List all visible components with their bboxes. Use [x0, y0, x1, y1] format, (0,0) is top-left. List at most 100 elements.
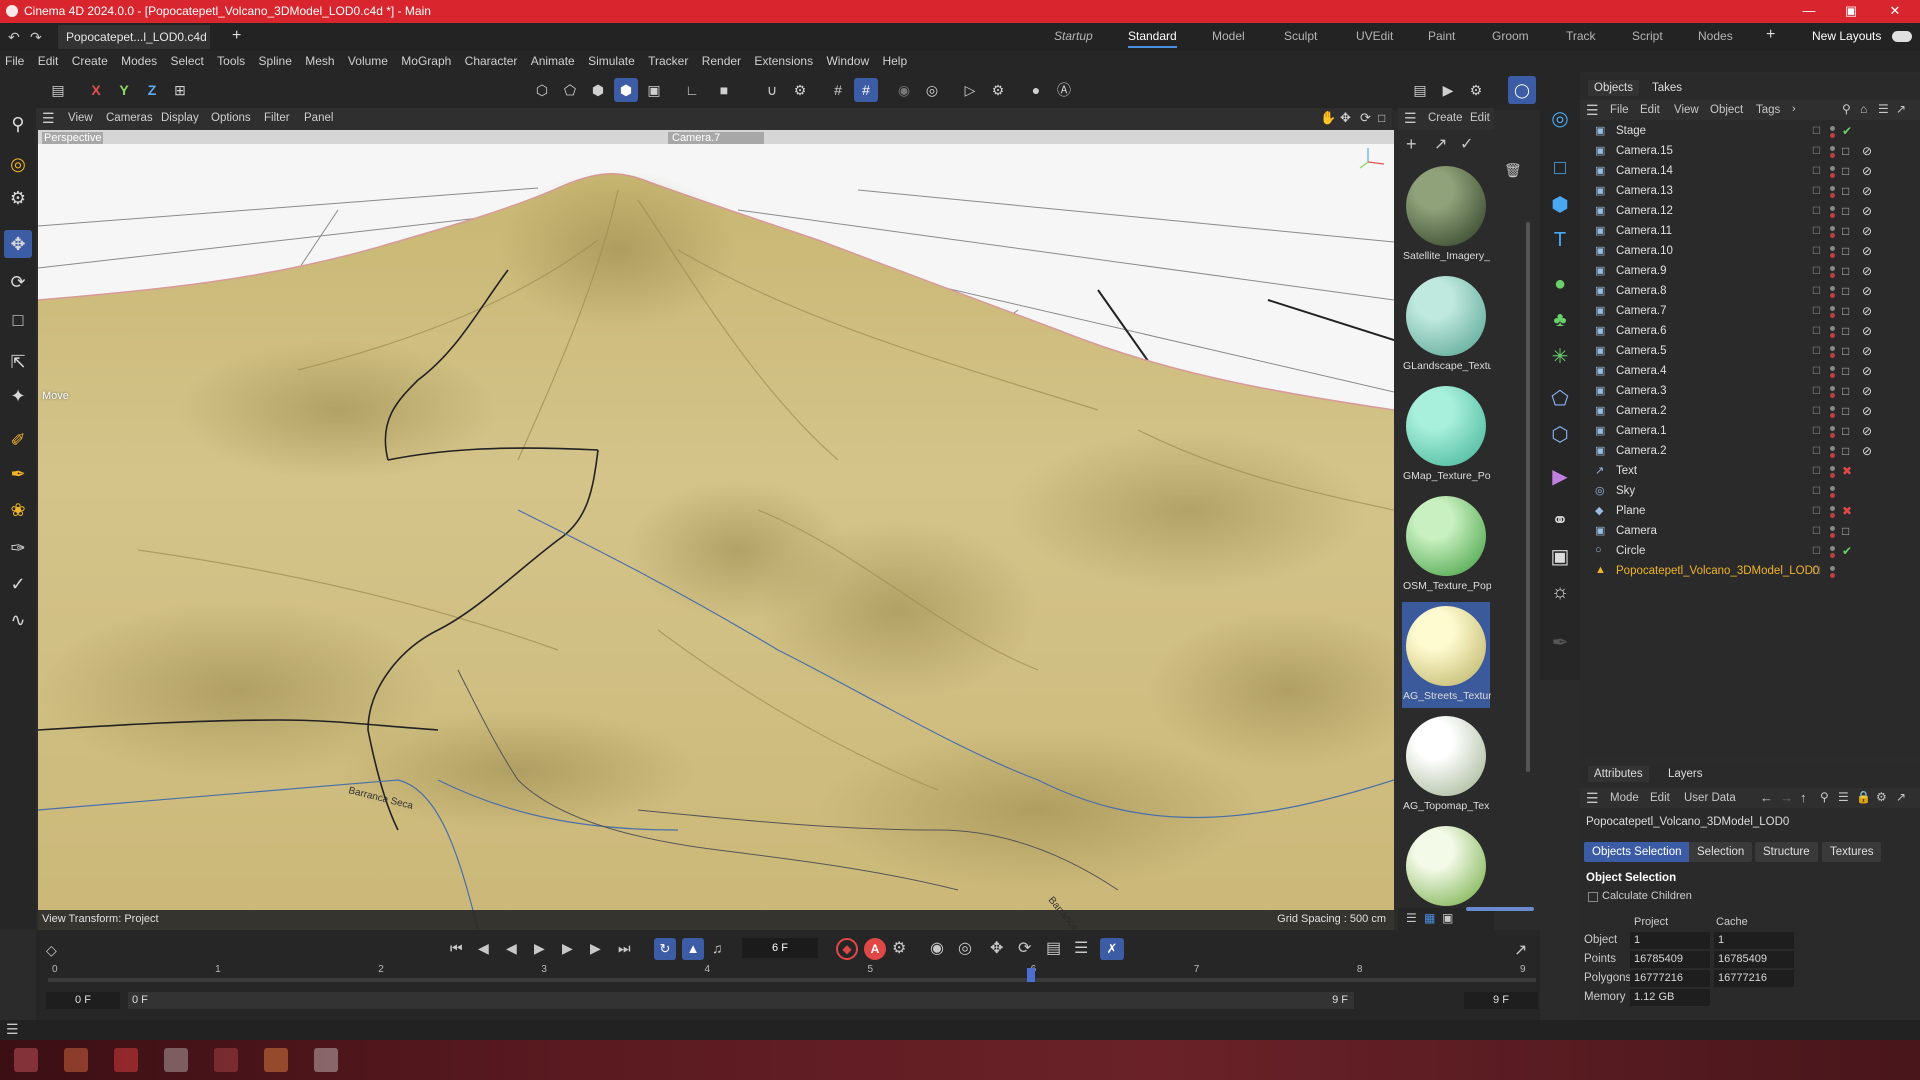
layer-checkbox-icon[interactable]: ☐: [1812, 366, 1824, 378]
object-row[interactable]: ↗ Text ☐ ✖: [1580, 462, 1920, 482]
pla-key-icon[interactable]: ☰: [1074, 938, 1088, 958]
edges-mode-icon[interactable]: ⬠: [558, 78, 582, 102]
editor-visibility-dot[interactable]: [1830, 286, 1835, 291]
render-camera-icon[interactable]: ▣: [1546, 542, 1574, 570]
render-visibility-dot[interactable]: [1830, 433, 1835, 438]
render-visibility-dot[interactable]: [1830, 273, 1835, 278]
symmetry-icon[interactable]: ▷: [958, 78, 982, 102]
snap-tool-icon[interactable]: ✦: [4, 382, 32, 410]
text-object-icon[interactable]: T: [1546, 226, 1574, 254]
editor-visibility-dot[interactable]: [1830, 306, 1835, 311]
delete-material-icon[interactable]: 🗑: [1504, 162, 1524, 182]
layout-sculpt[interactable]: Sculpt: [1284, 29, 1317, 43]
menu-extensions[interactable]: Extensions: [749, 51, 818, 68]
camera-tag-icon[interactable]: □: [1842, 384, 1849, 398]
object-menu-view[interactable]: View: [1674, 104, 1699, 116]
menu-modes[interactable]: Modes: [116, 51, 162, 68]
protection-tag-icon[interactable]: ⊘: [1862, 204, 1872, 218]
material-menu-edit[interactable]: Edit: [1470, 112, 1490, 124]
texture-mode-icon[interactable]: ▣: [642, 78, 666, 102]
menu-character[interactable]: Character: [460, 51, 523, 68]
back-arrow-icon[interactable]: ←: [1760, 790, 1773, 805]
viewport-menu-options[interactable]: Options: [211, 112, 251, 124]
layer-checkbox-icon[interactable]: ☐: [1812, 246, 1824, 258]
layout-paint[interactable]: Paint: [1428, 29, 1455, 43]
edit-render-settings-icon[interactable]: ⚙: [1464, 78, 1488, 102]
render-visibility-dot[interactable]: [1830, 533, 1835, 538]
menu-file[interactable]: File: [0, 51, 29, 68]
object-row[interactable]: ▣ Camera.4 ☐ □ ⊘: [1580, 362, 1920, 382]
object-row[interactable]: ▣ Camera.2 ☐ □ ⊘: [1580, 442, 1920, 462]
maximize-button[interactable]: ▣: [1828, 0, 1874, 23]
camera-tag-icon[interactable]: □: [1842, 304, 1849, 318]
x-axis-button[interactable]: X: [84, 78, 108, 102]
go-to-start-icon[interactable]: ⏮: [450, 940, 463, 957]
editor-visibility-dot[interactable]: [1830, 186, 1835, 191]
render-visibility-dot[interactable]: [1830, 353, 1835, 358]
material-size-slider[interactable]: [1466, 907, 1534, 911]
sound-icon[interactable]: ♫: [712, 940, 723, 956]
tool-settings-icon[interactable]: ⚙: [986, 78, 1010, 102]
keyframe-settings-icon[interactable]: ⚙: [892, 938, 906, 958]
render-visibility-dot[interactable]: [1830, 473, 1835, 478]
editor-visibility-dot[interactable]: [1830, 426, 1835, 431]
camera-tag-icon[interactable]: □: [1842, 184, 1849, 198]
brush-tool-icon[interactable]: ✑: [4, 534, 32, 562]
protection-tag-icon[interactable]: ⊘: [1862, 424, 1872, 438]
layout-uvedit[interactable]: UVEdit: [1356, 29, 1393, 43]
object-row[interactable]: ○ Circle ☐ ✔: [1580, 542, 1920, 562]
camera-tag-icon[interactable]: □: [1842, 424, 1849, 438]
tab-attributes[interactable]: Attributes: [1588, 766, 1649, 782]
protection-tag-icon[interactable]: ⊘: [1862, 344, 1872, 358]
object-row[interactable]: ▣ Camera.9 ☐ □ ⊘: [1580, 262, 1920, 282]
editor-visibility-dot[interactable]: [1830, 126, 1835, 131]
paint-tool-icon[interactable]: ✓: [4, 570, 32, 598]
protection-tag-icon[interactable]: ⊘: [1862, 144, 1872, 158]
object-menu-file[interactable]: File: [1610, 104, 1629, 116]
camera-tag-icon[interactable]: □: [1842, 284, 1849, 298]
object-row[interactable]: ▣ Camera ☐ □: [1580, 522, 1920, 542]
layout-track[interactable]: Track: [1566, 29, 1596, 43]
render-picture-viewer-icon[interactable]: ▶: [1436, 78, 1460, 102]
render-visibility-dot[interactable]: [1830, 413, 1835, 418]
menu-simulate[interactable]: Simulate: [583, 51, 640, 68]
protection-tag-icon[interactable]: ⊘: [1862, 324, 1872, 338]
material-gmap[interactable]: GMap_Texture_Po: [1402, 382, 1491, 488]
object-row[interactable]: ◆ Plane ☐ ✖: [1580, 502, 1920, 522]
render-view-icon[interactable]: ▤: [1408, 78, 1432, 102]
mograph-effector-icon[interactable]: ♣: [1546, 306, 1574, 334]
camera-tag-icon[interactable]: □: [1842, 224, 1849, 238]
editor-visibility-dot[interactable]: [1830, 226, 1835, 231]
render-visibility-dot[interactable]: [1830, 173, 1835, 178]
camera-tag-icon[interactable]: □: [1842, 244, 1849, 258]
object-row[interactable]: ▲ Popocatepetl_Volcano_3DModel_LOD0 ☐: [1580, 562, 1920, 582]
disabled-x-icon[interactable]: ✖: [1842, 464, 1852, 478]
deformer-icon[interactable]: ⬠: [1546, 384, 1574, 412]
protection-tag-icon[interactable]: ⊘: [1862, 304, 1872, 318]
attribute-menu-user-data[interactable]: User Data: [1684, 792, 1736, 804]
previous-key-icon[interactable]: ◀: [478, 940, 489, 957]
layer-checkbox-icon[interactable]: ☐: [1812, 326, 1824, 338]
layer-checkbox-icon[interactable]: ☐: [1812, 226, 1824, 238]
layer-checkbox-icon[interactable]: ☐: [1812, 566, 1824, 578]
layer-checkbox-icon[interactable]: ☐: [1812, 146, 1824, 158]
transform-tool-icon[interactable]: ⇱: [4, 348, 32, 376]
layer-checkbox-icon[interactable]: ☐: [1812, 186, 1824, 198]
motion-record-icon[interactable]: ◉: [930, 938, 944, 958]
end-frame-field[interactable]: 9 F: [1464, 992, 1538, 1009]
timeline-playhead[interactable]: [1026, 968, 1035, 982]
structure-button[interactable]: Structure: [1755, 842, 1818, 862]
protection-tag-icon[interactable]: ⊘: [1862, 244, 1872, 258]
attribute-settings-icon[interactable]: ⚙: [1876, 790, 1887, 804]
calculate-children-checkbox[interactable]: [1588, 892, 1598, 902]
layout-startup[interactable]: Startup: [1054, 29, 1093, 43]
layer-checkbox-icon[interactable]: ☐: [1812, 526, 1824, 538]
editor-visibility-dot[interactable]: [1830, 526, 1835, 531]
render-visibility-dot[interactable]: [1830, 453, 1835, 458]
layer-checkbox-icon[interactable]: ☐: [1812, 346, 1824, 358]
axis-mode-icon[interactable]: ∟: [680, 78, 704, 102]
spline-sketch-icon[interactable]: ∿: [4, 606, 32, 634]
viewport-hamburger-icon[interactable]: ☰: [42, 110, 55, 127]
list-view-icon[interactable]: ☰: [1406, 911, 1417, 925]
protection-tag-icon[interactable]: ⊘: [1862, 224, 1872, 238]
